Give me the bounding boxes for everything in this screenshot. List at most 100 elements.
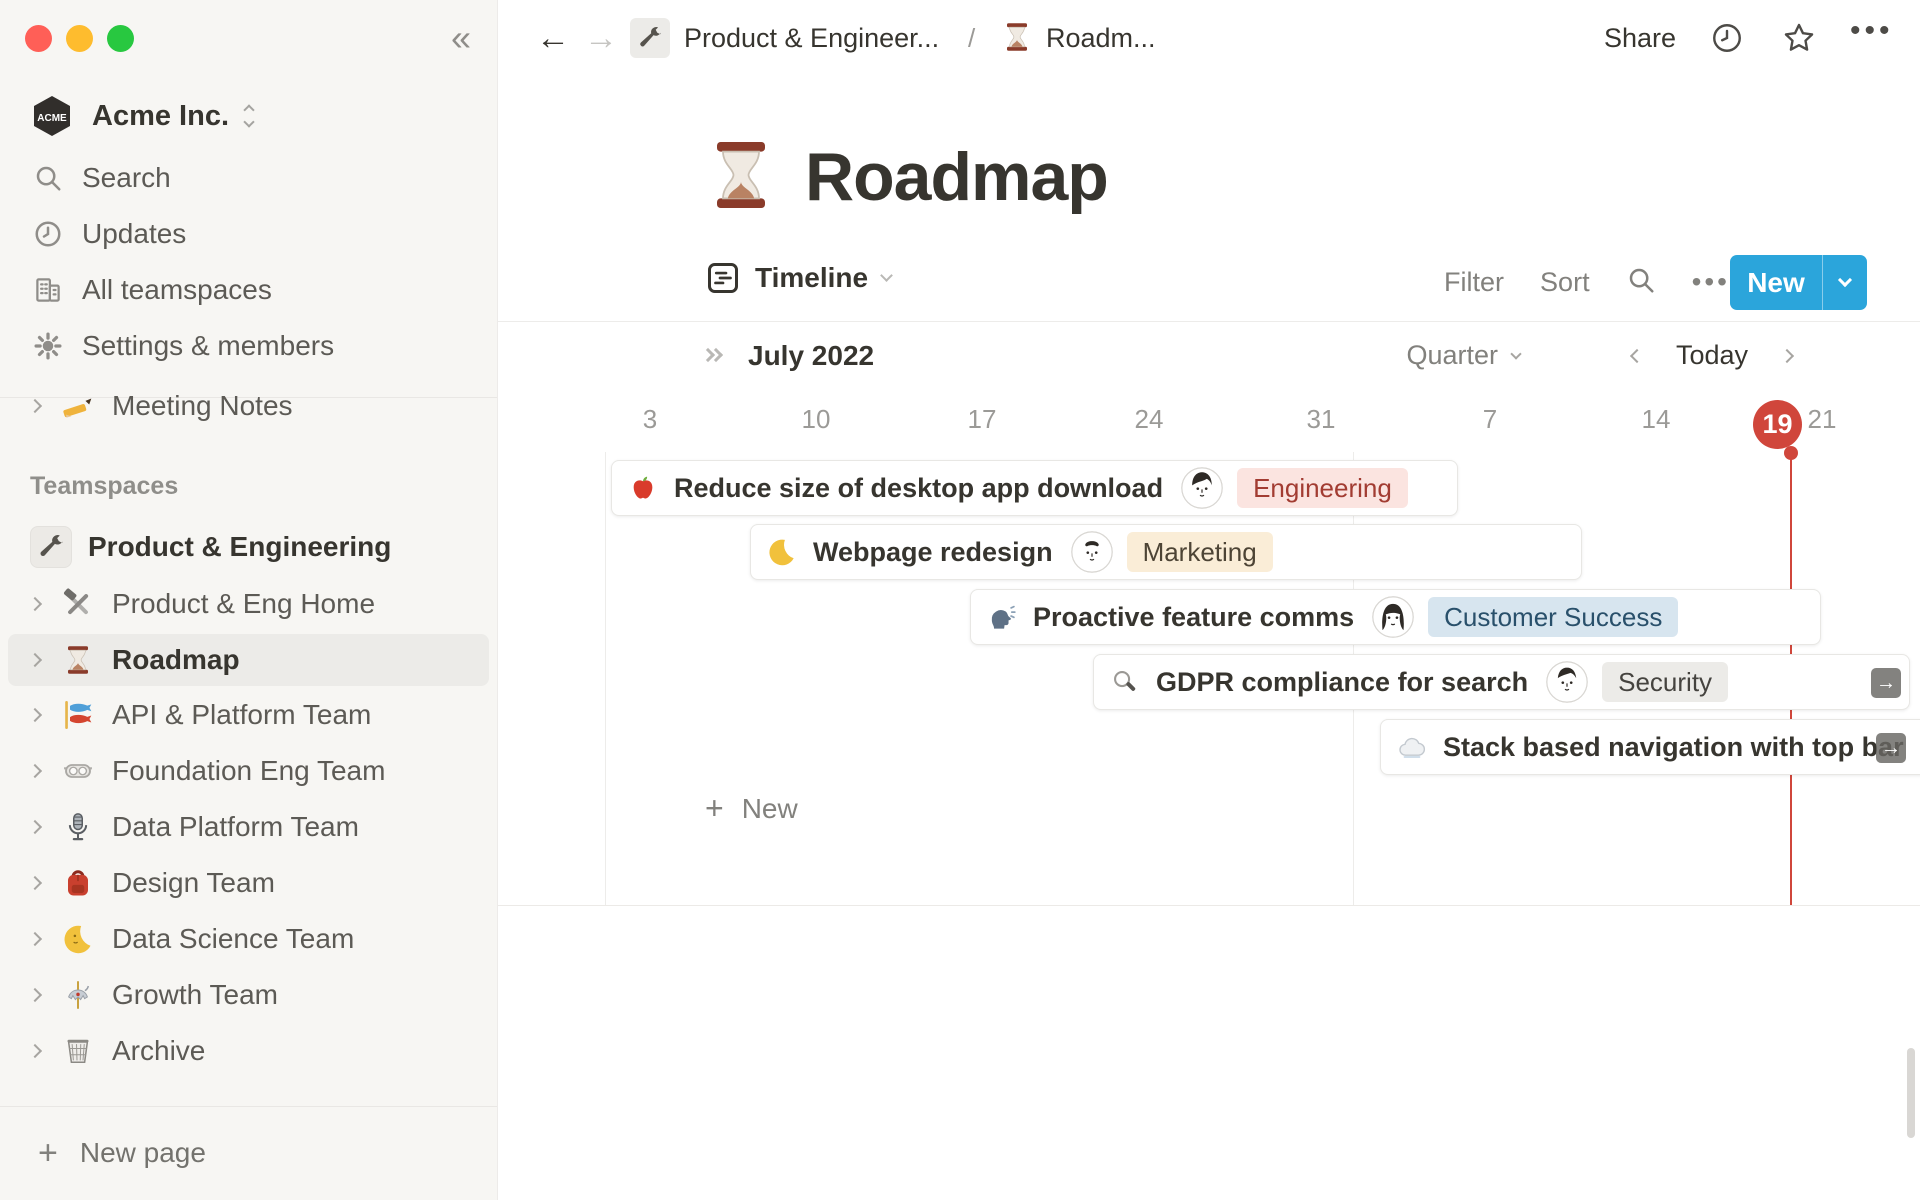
arrow-right-icon: → bbox=[1876, 671, 1896, 694]
timeline-item-gdpr-compliance[interactable]: GDPR compliance for search Security → bbox=[1093, 654, 1910, 710]
sidebar-item-product-eng-home[interactable]: Product & Eng Home bbox=[8, 578, 489, 630]
chevron-right-icon[interactable] bbox=[27, 398, 60, 414]
goggles-icon bbox=[60, 753, 96, 789]
timeline-header: July 2022 Quarter Today bbox=[498, 340, 1920, 390]
date-tick: 24 bbox=[1134, 404, 1164, 434]
wastebasket-icon bbox=[60, 1033, 96, 1069]
more-options-icon[interactable]: ••• bbox=[1850, 14, 1894, 48]
back-arrow-icon[interactable]: ← bbox=[536, 21, 570, 55]
team-tag: Marketing bbox=[1126, 532, 1273, 572]
breadcrumb-item-current[interactable]: Roadm... bbox=[1046, 23, 1156, 54]
carp-streamer-icon bbox=[60, 697, 96, 733]
view-switcher-timeline[interactable]: Timeline bbox=[705, 260, 893, 296]
sidebar-item-data-platform-team[interactable]: Data Platform Team bbox=[8, 801, 489, 853]
hourglass-icon bbox=[1002, 22, 1032, 57]
timeline-item-proactive-feature-comms[interactable]: Proactive feature comms Customer Success bbox=[970, 589, 1821, 645]
plus-icon: + bbox=[38, 1133, 58, 1172]
share-button[interactable]: Share bbox=[1604, 23, 1676, 54]
wrench-icon bbox=[640, 27, 661, 47]
page-title[interactable]: Roadmap bbox=[805, 138, 1109, 216]
sidebar-item-roadmap[interactable]: Roadmap bbox=[8, 634, 489, 686]
timeline-date-row: 3 10 17 24 31 7 14 19 21 bbox=[498, 398, 1920, 460]
timeline-item-reduce-size[interactable]: Reduce size of desktop app download Engi… bbox=[611, 460, 1458, 516]
chevron-right-icon[interactable] bbox=[27, 1043, 60, 1059]
crescent-moon-icon bbox=[767, 537, 797, 567]
maximize-window-button[interactable] bbox=[107, 25, 134, 52]
sidebar-item-updates[interactable]: Updates bbox=[8, 208, 489, 260]
timeline-prev-icon[interactable] bbox=[1629, 348, 1645, 363]
man-avatar bbox=[1070, 531, 1113, 573]
apple-icon bbox=[628, 473, 658, 503]
breadcrumb-teamspace[interactable] bbox=[630, 18, 670, 58]
timeline-zoom-select[interactable]: Quarter bbox=[1406, 340, 1522, 371]
sort-button[interactable]: Sort bbox=[1540, 267, 1590, 298]
carousel-horse-icon bbox=[60, 977, 96, 1013]
breadcrumb-item[interactable]: Product & Engineer... bbox=[684, 23, 939, 54]
date-tick: 10 bbox=[801, 404, 831, 434]
teamspaces-section-header[interactable]: Teamspaces bbox=[30, 472, 178, 501]
open-in-peek-button[interactable]: → bbox=[1876, 733, 1906, 763]
chevron-right-icon[interactable] bbox=[27, 987, 60, 1003]
new-item-button[interactable]: New bbox=[1730, 255, 1867, 310]
sidebar-item-meeting-notes[interactable]: Meeting Notes bbox=[8, 380, 489, 432]
sidebar-item-all-teamspaces[interactable]: All teamspaces bbox=[8, 264, 489, 316]
sidebar-item-search[interactable]: Search bbox=[8, 152, 489, 204]
hourglass-icon bbox=[60, 642, 96, 678]
timeline-item-stack-navigation[interactable]: Stack based navigation with top bar → bbox=[1380, 719, 1920, 775]
new-button-dropdown[interactable] bbox=[1823, 272, 1867, 288]
date-tick: 14 bbox=[1641, 404, 1671, 434]
timeline-next-icon[interactable] bbox=[1779, 348, 1795, 363]
timeline-grid: Reduce size of desktop app download Engi… bbox=[498, 452, 1920, 906]
window-controls bbox=[25, 25, 134, 52]
sidebar-item-archive[interactable]: Archive bbox=[8, 1025, 489, 1077]
expand-table-icon[interactable] bbox=[700, 347, 724, 363]
month-gridline bbox=[605, 452, 606, 905]
history-clock-icon[interactable] bbox=[1710, 21, 1744, 60]
chevron-right-icon[interactable] bbox=[27, 819, 60, 835]
chevron-right-icon[interactable] bbox=[27, 931, 60, 947]
topbar: ← → Product & Engineer... / Roadm... Sha… bbox=[498, 0, 1920, 76]
chevron-right-icon[interactable] bbox=[27, 652, 60, 668]
vertical-scrollbar[interactable] bbox=[1907, 1048, 1915, 1138]
date-tick: 3 bbox=[642, 404, 658, 434]
sidebar-item-growth-team[interactable]: Growth Team bbox=[8, 969, 489, 1021]
chevron-down-icon bbox=[1510, 347, 1522, 360]
new-page-button[interactable]: + New page bbox=[8, 1127, 489, 1179]
page-title-block: Roadmap bbox=[705, 138, 1109, 216]
open-in-peek-button[interactable]: → bbox=[1871, 668, 1901, 698]
minimize-window-button[interactable] bbox=[66, 25, 93, 52]
sidebar: « ACME Acme Inc. Search Updates All team… bbox=[0, 0, 498, 1200]
clock-icon bbox=[30, 216, 66, 252]
acme-logo-icon: ACME bbox=[34, 96, 70, 136]
magnifier-icon bbox=[1110, 667, 1140, 697]
favorite-star-icon[interactable] bbox=[1782, 21, 1816, 60]
gear-icon bbox=[30, 328, 66, 364]
timeline-new-row-button[interactable]: + New bbox=[705, 790, 798, 827]
team-tag: Security bbox=[1602, 662, 1729, 702]
chevron-right-icon[interactable] bbox=[27, 707, 60, 723]
close-window-button[interactable] bbox=[25, 25, 52, 52]
search-icon[interactable] bbox=[1626, 265, 1656, 300]
chevron-right-icon[interactable] bbox=[27, 875, 60, 891]
filter-button[interactable]: Filter bbox=[1444, 267, 1504, 298]
plus-icon: + bbox=[705, 790, 724, 826]
sidebar-item-product-engineering[interactable]: Product & Engineering bbox=[8, 521, 489, 573]
writing-hand-icon bbox=[60, 388, 96, 424]
sidebar-item-api-platform-team[interactable]: API & Platform Team bbox=[8, 689, 489, 741]
sidebar-item-settings[interactable]: Settings & members bbox=[8, 320, 489, 372]
hourglass-icon[interactable] bbox=[705, 139, 777, 216]
timeline-item-webpage-redesign[interactable]: Webpage redesign Marketing bbox=[750, 524, 1582, 580]
chevron-right-icon[interactable] bbox=[27, 763, 60, 779]
today-button[interactable]: Today bbox=[1676, 340, 1748, 371]
more-options-icon[interactable]: ••• bbox=[1692, 266, 1730, 298]
workspace-switcher[interactable]: ACME Acme Inc. bbox=[22, 88, 483, 144]
chevron-right-icon[interactable] bbox=[27, 596, 60, 612]
sidebar-item-data-science-team[interactable]: Data Science Team bbox=[8, 913, 489, 965]
forward-arrow-icon[interactable]: → bbox=[584, 21, 618, 55]
team-tag: Customer Success bbox=[1428, 597, 1679, 637]
sidebar-collapse-icon[interactable]: « bbox=[451, 20, 471, 56]
sidebar-item-design-team[interactable]: Design Team bbox=[8, 857, 489, 909]
building-icon bbox=[30, 272, 66, 308]
sidebar-item-foundation-eng-team[interactable]: Foundation Eng Team bbox=[8, 745, 489, 797]
team-tag: Engineering bbox=[1237, 468, 1408, 508]
